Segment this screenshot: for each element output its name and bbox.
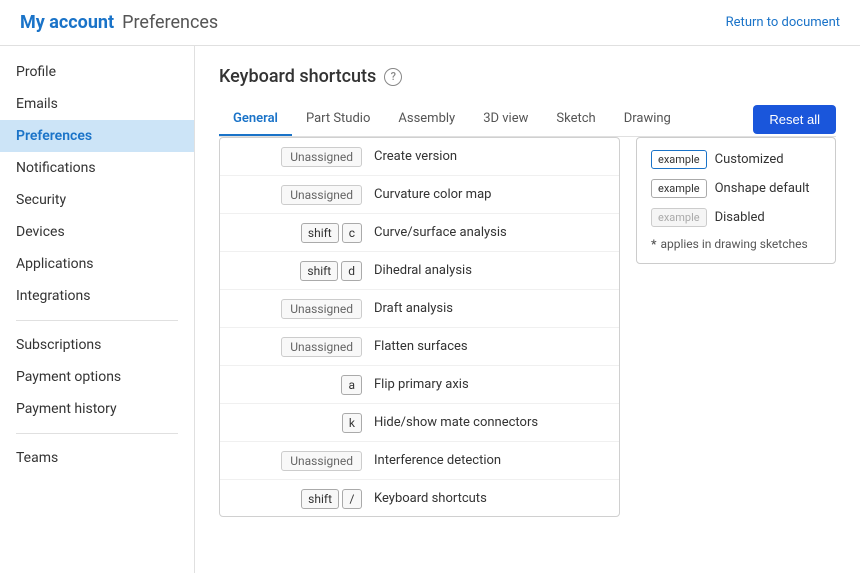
sidebar-item-preferences[interactable]: Preferences [0,120,194,152]
shortcut-keys: shift/ [232,489,362,509]
header: My account Preferences Return to documen… [0,0,860,46]
layout: ProfileEmailsPreferencesNotificationsSec… [0,46,860,573]
tab-3d_view[interactable]: 3D view [469,103,542,136]
legend-row-2: example Disabled [651,208,821,227]
key-badge: d [341,261,362,281]
sidebar-item-notifications[interactable]: Notifications [0,152,194,184]
shortcut-row: shiftd Dihedral analysis [220,252,619,290]
shortcut-label: Curvature color map [374,187,607,202]
legend-key-customized: example [651,150,707,169]
legend-note: * applies in drawing sketches [651,237,821,251]
shortcut-keys: shiftd [232,261,362,281]
legend-row-0: example Customized [651,150,821,169]
legend-note-star: * [651,237,656,251]
key-badge: k [342,413,362,433]
main-content: Keyboard shortcuts ? GeneralPart StudioA… [195,46,860,573]
tab-drawing[interactable]: Drawing [610,103,685,136]
header-section-label: Preferences [122,12,218,33]
content-area: Unassigned Create version Unassigned Curvat… [219,137,836,517]
shortcut-label: Interference detection [374,453,607,468]
shortcut-row: shift/Keyboard shortcuts [220,480,619,517]
shortcut-keys: Unassigned [232,299,362,319]
sidebar-item-devices[interactable]: Devices [0,216,194,248]
shortcut-row: Unassigned Flatten surfaces [220,328,619,366]
shortcut-row: shiftc Curve/surface analysis [220,214,619,252]
tab-general[interactable]: General [219,103,292,136]
page-title-row: Keyboard shortcuts ? [219,66,836,87]
shortcut-row: k Hide/show mate connectors [220,404,619,442]
sidebar-item-integrations[interactable]: Integrations [0,280,194,312]
shortcut-row: a Flip primary axis [220,366,619,404]
shortcut-row: Unassigned Draft analysis [220,290,619,328]
shortcut-label: Curve/surface analysis [374,225,607,240]
tab-part_studio[interactable]: Part Studio [292,103,384,136]
legend-description-customized: Customized [715,152,784,167]
legend-key-disabled: example [651,208,707,227]
key-badge: / [342,489,362,509]
page-title: Keyboard shortcuts [219,66,376,87]
shortcut-label: Draft analysis [374,301,607,316]
tabs-row: GeneralPart StudioAssembly3D viewSketchD… [219,103,836,137]
my-account-label[interactable]: My account [20,12,114,33]
tab-sketch[interactable]: Sketch [542,103,609,136]
return-to-document-link[interactable]: Return to document [726,15,840,30]
shortcut-label: Keyboard shortcuts [374,491,607,506]
key-badge: shift [301,223,339,243]
sidebar: ProfileEmailsPreferencesNotificationsSec… [0,46,195,573]
legend-box: example Customized example Onshape defau… [636,137,836,264]
legend-key-default: example [651,179,707,198]
shortcut-row: Unassigned Curvature color map [220,176,619,214]
shortcut-keys: Unassigned [232,147,362,167]
key-badge: shift [301,489,339,509]
unassigned-key[interactable]: Unassigned [281,185,362,205]
sidebar-item-security[interactable]: Security [0,184,194,216]
unassigned-key[interactable]: Unassigned [281,337,362,357]
legend-row-1: example Onshape default [651,179,821,198]
shortcut-keys: Unassigned [232,451,362,471]
unassigned-key[interactable]: Unassigned [281,147,362,167]
key-badge: shift [300,261,338,281]
shortcut-label: Flip primary axis [374,377,607,392]
sidebar-item-emails[interactable]: Emails [0,88,194,120]
shortcut-label: Hide/show mate connectors [374,415,607,430]
unassigned-key[interactable]: Unassigned [281,299,362,319]
help-icon[interactable]: ? [384,68,402,86]
shortcut-keys: shiftc [232,223,362,243]
key-badge: a [341,375,362,395]
reset-all-button[interactable]: Reset all [753,105,836,134]
shortcut-keys: k [232,413,362,433]
legend-description-default: Onshape default [715,181,810,196]
unassigned-key[interactable]: Unassigned [281,451,362,471]
tab-assembly[interactable]: Assembly [384,103,469,136]
sidebar-item-payment_history[interactable]: Payment history [0,393,194,425]
legend-note-text: applies in drawing sketches [660,237,807,251]
sidebar-item-applications[interactable]: Applications [0,248,194,280]
sidebar-item-profile[interactable]: Profile [0,56,194,88]
shortcut-label: Create version [374,149,607,164]
sidebar-item-payment_options[interactable]: Payment options [0,361,194,393]
shortcut-label: Dihedral analysis [374,263,607,278]
header-left: My account Preferences [20,12,218,33]
key-badge: c [342,223,362,243]
sidebar-item-teams[interactable]: Teams [0,442,194,474]
sidebar-item-subscriptions[interactable]: Subscriptions [0,329,194,361]
shortcut-keys: a [232,375,362,395]
shortcut-row: Unassigned Interference detection [220,442,619,480]
shortcut-keys: Unassigned [232,337,362,357]
shortcuts-list[interactable]: Unassigned Create version Unassigned Curvat… [219,137,620,517]
legend-description-disabled: Disabled [715,210,765,225]
shortcut-row: Unassigned Create version [220,138,619,176]
shortcut-label: Flatten surfaces [374,339,607,354]
shortcut-keys: Unassigned [232,185,362,205]
